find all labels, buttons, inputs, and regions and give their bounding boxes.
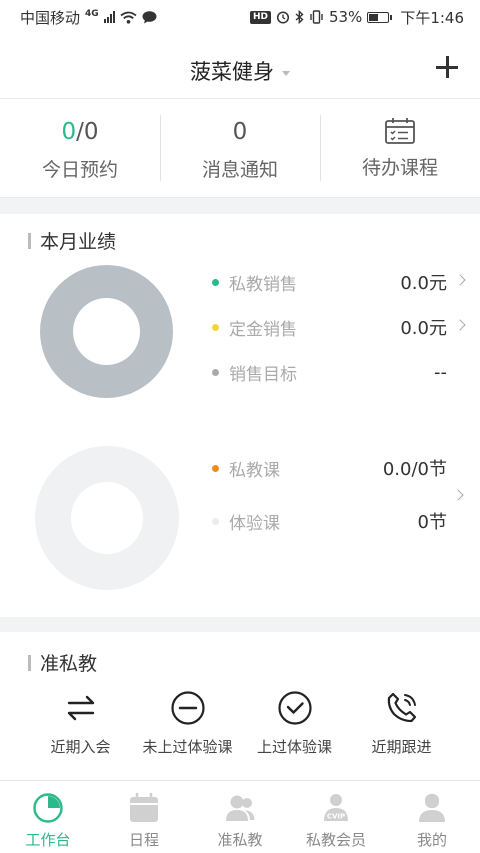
- legend-value: 0.0/0节: [382, 459, 447, 480]
- status-bar: 中国移动 4G HD 53% 下午1:46: [0, 0, 480, 34]
- tab-label: 日程: [128, 831, 159, 849]
- legend-value: 0节: [417, 512, 447, 533]
- page-title: 菠菜健身: [190, 60, 274, 84]
- bottom-tab-bar: 工作台 日程 准私教 CVIP 私教会员 我的: [0, 780, 480, 853]
- legend-label: 定金销售: [229, 319, 297, 340]
- legend-dot: [212, 464, 219, 472]
- stat-label-today: 今日预约: [41, 159, 118, 181]
- network-type: 4G: [85, 9, 99, 19]
- bluetooth-icon: [295, 10, 304, 24]
- section-title-performance: 本月业绩: [28, 227, 116, 254]
- tab-label: 工作台: [25, 831, 71, 849]
- action-label: 近期跟进: [371, 738, 432, 756]
- monthly-performance-card: 本月业绩 私教销售 0.0元 定金销售 0.0元 销售目标 -- 私教课 0.0…: [0, 214, 480, 617]
- clock: 下午1:46: [400, 8, 464, 27]
- sales-donut-chart: [40, 265, 173, 398]
- legend-dot: [212, 323, 219, 331]
- legend-label: 体验课: [229, 513, 280, 534]
- legend-label: 私教销售: [229, 274, 297, 295]
- pre-private-actions: 近期入会 未上过体验课 上过体验课 近期跟进: [0, 690, 480, 757]
- wifi-icon: [120, 11, 137, 24]
- action-recent-followup[interactable]: 近期跟进: [348, 690, 455, 757]
- chevron-right-icon[interactable]: [452, 489, 464, 501]
- tab-private-members[interactable]: CVIP 私教会员: [288, 781, 384, 853]
- battery-icon: [367, 11, 393, 23]
- svg-text:CVIP: CVIP: [327, 813, 345, 821]
- legend-dot: [212, 368, 219, 376]
- battery-percent: 53%: [328, 8, 363, 26]
- alarm-icon: [276, 11, 290, 24]
- tab-label: 准私教: [217, 831, 263, 849]
- legend-value: 0.0元: [400, 318, 447, 339]
- vibrate-icon: [310, 10, 323, 24]
- legend-sales-target: 销售目标 --: [212, 360, 468, 385]
- tab-label: 我的: [416, 831, 447, 849]
- stats-row: 0/0 今日预约 0 消息通知 待办课程: [0, 99, 480, 198]
- today-done-count: 0: [61, 119, 77, 145]
- pre-private-card: 准私教 近期入会 未上过体验课 上过体验课 近期跟进: [0, 632, 480, 780]
- person-icon: [419, 794, 445, 822]
- users-icon: [226, 795, 255, 821]
- legend-label: 销售目标: [229, 364, 297, 385]
- stat-label-messages: 消息通知: [201, 159, 278, 181]
- chevron-right-icon: [454, 319, 466, 331]
- legend-value: --: [434, 361, 447, 383]
- minus-circle-icon: [170, 691, 205, 725]
- courses-donut-chart: [35, 446, 179, 590]
- chevron-right-icon: [454, 274, 466, 286]
- today-appointments-count: 0/0: [0, 119, 160, 149]
- gym-selector[interactable]: 菠菜健身: [0, 56, 480, 86]
- calendar-checklist-icon: [385, 118, 415, 144]
- legend-private-sales[interactable]: 私教销售 0.0元: [212, 270, 468, 295]
- exchange-arrows-icon: [67, 695, 94, 721]
- tab-workbench[interactable]: 工作台: [0, 781, 96, 853]
- tab-pre-private[interactable]: 准私教: [192, 781, 288, 853]
- section-title-pre-private: 准私教: [28, 649, 97, 676]
- stat-today-appointments[interactable]: 0/0 今日预约: [0, 99, 160, 197]
- calendar-icon: [130, 792, 158, 822]
- today-total-count: /0: [76, 119, 99, 145]
- stat-label-todo: 待办课程: [361, 157, 438, 179]
- action-no-trial[interactable]: 未上过体验课: [134, 690, 241, 757]
- action-had-trial[interactable]: 上过体验课: [241, 690, 348, 757]
- legend-private-course[interactable]: 私教课 0.0/0节: [212, 456, 468, 481]
- chat-bubble-icon: [142, 10, 157, 23]
- check-circle-icon: [277, 691, 312, 725]
- add-icon[interactable]: [436, 56, 458, 78]
- carrier-name: 中国移动: [20, 8, 81, 27]
- action-recent-join[interactable]: 近期入会: [27, 690, 134, 757]
- stat-todo-courses[interactable]: 待办课程: [320, 99, 480, 197]
- tab-me[interactable]: 我的: [384, 781, 480, 853]
- tab-label: 私教会员: [305, 831, 366, 849]
- action-label: 近期入会: [50, 738, 111, 756]
- legend-value: 0.0元: [400, 273, 447, 294]
- app-header: 菠菜健身: [0, 34, 480, 99]
- action-label: 上过体验课: [256, 738, 332, 756]
- tab-schedule[interactable]: 日程: [96, 781, 192, 853]
- caret-down-icon: [282, 70, 290, 76]
- legend-dot: [212, 517, 219, 525]
- pie-chart-icon: [33, 793, 63, 823]
- messages-count: 0: [232, 119, 248, 145]
- action-label: 未上过体验课: [142, 738, 233, 756]
- stat-messages[interactable]: 0 消息通知: [160, 99, 320, 197]
- hd-badge: HD: [249, 10, 271, 24]
- phone-call-icon: [387, 692, 416, 723]
- signal-icon: [103, 11, 115, 23]
- legend-deposit-sales[interactable]: 定金销售 0.0元: [212, 315, 468, 340]
- vip-member-icon: CVIP: [324, 794, 348, 821]
- legend-trial-course[interactable]: 体验课 0节: [212, 509, 468, 534]
- legend-dot: [212, 278, 219, 286]
- legend-label: 私教课: [229, 460, 280, 481]
